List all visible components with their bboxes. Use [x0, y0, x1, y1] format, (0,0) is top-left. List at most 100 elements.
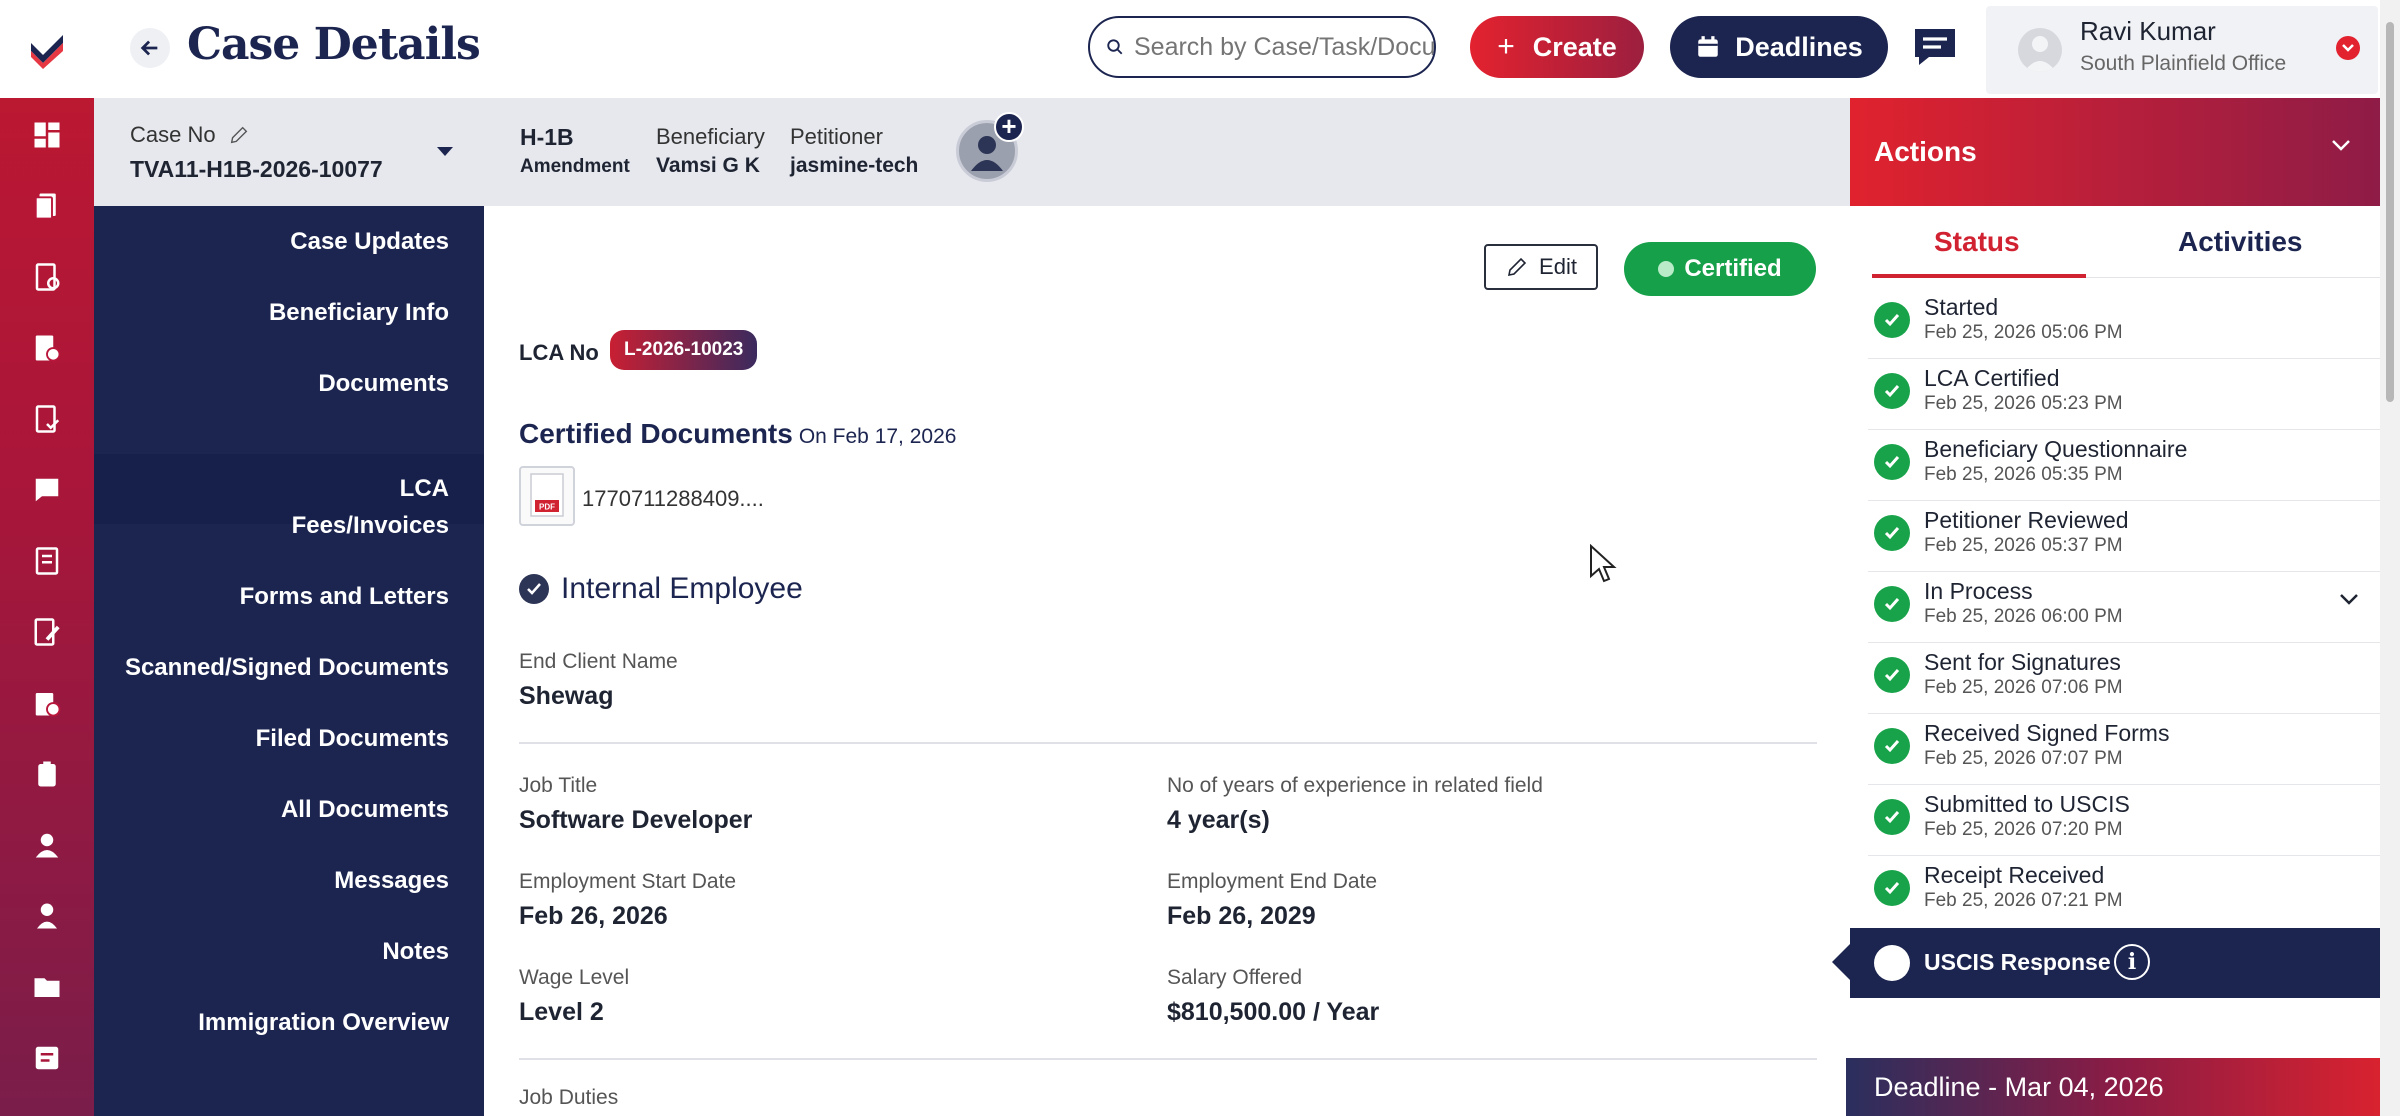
current-step-name: USCIS Response [1924, 949, 2111, 975]
rail-cases[interactable] [0, 183, 94, 229]
user-dropdown-toggle[interactable] [2336, 36, 2360, 60]
beneficiary-label: Beneficiary [656, 124, 765, 149]
checklist-icon [35, 405, 60, 433]
job-duties-label: Job Duties [519, 1086, 619, 1109]
plus-icon: + [1497, 30, 1515, 63]
rail-folder[interactable] [0, 964, 94, 1010]
create-button[interactable]: + Create [1470, 16, 1644, 78]
status-step[interactable]: Beneficiary Questionnaire Feb 25, 2026 0… [1868, 430, 2380, 501]
page-title: Case Details [187, 19, 481, 70]
file-name[interactable]: 1770711288409.... [582, 486, 764, 512]
search-box[interactable] [1088, 16, 1436, 78]
rail-checklist[interactable] [0, 396, 94, 442]
add-contact-button[interactable]: + [994, 112, 1024, 142]
lca-no-label: LCA No [519, 340, 599, 365]
status-step[interactable]: Received Signed Forms Feb 25, 2026 07:07… [1868, 714, 2380, 785]
status-step[interactable]: Petitioner Reviewed Feb 25, 2026 05:37 P… [1868, 501, 2380, 572]
nav-all-documents[interactable]: All Documents [79, 796, 449, 824]
visa-type: H-1B [520, 124, 574, 150]
nav-beneficiary-info[interactable]: Beneficiary Info [79, 299, 449, 327]
nav-fees-invoices[interactable]: Fees/Invoices [79, 512, 449, 540]
nav-immigration-overview[interactable]: Immigration Overview [79, 1009, 449, 1037]
current-status-step[interactable]: USCIS Response i [1832, 928, 2380, 998]
rail-clipboard[interactable] [0, 751, 94, 797]
petitioner-name: jasmine-tech [790, 154, 919, 177]
certified-documents-heading: Certified Documents On Feb 17, 2026 [519, 418, 956, 450]
search-input[interactable] [1134, 32, 1434, 62]
nav-case-updates[interactable]: Case Updates [79, 228, 449, 256]
chevron-down-icon[interactable] [2338, 592, 2360, 606]
status-step[interactable]: Sent for Signatures Feb 25, 2026 07:06 P… [1868, 643, 2380, 714]
scrollbar-thumb[interactable] [2386, 22, 2394, 402]
end-date-label: Employment End Date [1167, 870, 1378, 893]
status-step[interactable]: LCA Certified Feb 25, 2026 05:23 PM [1868, 359, 2380, 430]
check-circle-icon [1874, 373, 1910, 409]
arrow-left-icon [140, 40, 158, 56]
chevron-down-icon[interactable] [2330, 138, 2352, 152]
salary-value: $810,500.00 / Year [1167, 998, 1380, 1026]
rail-tasks[interactable] [0, 254, 94, 300]
user-avatar [2018, 28, 2062, 72]
step-name: In Process [1924, 578, 2033, 604]
tab-activities[interactable]: Activities [2178, 226, 2303, 258]
rail-forms[interactable] [0, 609, 94, 655]
rail-notes[interactable] [0, 1035, 94, 1081]
back-button[interactable] [130, 28, 170, 68]
pencil-icon [1508, 257, 1527, 277]
nav-scanned-signed[interactable]: Scanned/Signed Documents [79, 654, 449, 682]
chat-button[interactable] [1910, 24, 1960, 70]
pdf-file-icon[interactable]: PDF [519, 466, 575, 526]
page-scrollbar[interactable] [2380, 0, 2400, 1116]
pending-circle-icon [1874, 945, 1910, 981]
step-name: Received Signed Forms [1924, 720, 2170, 746]
nav-forms-letters[interactable]: Forms and Letters [79, 583, 449, 611]
certified-documents-title: Certified Documents [519, 418, 793, 449]
employee-type: Internal Employee [561, 572, 803, 605]
actions-panel: Actions Status Activities Started Feb 25… [1832, 98, 2382, 1116]
status-step[interactable]: Receipt Received Feb 25, 2026 07:21 PM [1868, 856, 2380, 927]
logo-check-icon [31, 35, 63, 69]
user-menu[interactable]: Ravi Kumar South Plainfield Office [1986, 6, 2378, 94]
pencil-icon[interactable] [228, 124, 250, 146]
case-dropdown-icon[interactable] [436, 146, 454, 158]
rail-documents[interactable] [0, 538, 94, 584]
pdf-type-label: PDF [539, 503, 555, 512]
step-date: Feb 25, 2026 07:20 PM [1924, 819, 2123, 840]
step-date: Feb 25, 2026 07:07 PM [1924, 748, 2123, 769]
nav-filed-documents[interactable]: Filed Documents [79, 725, 449, 753]
step-date: Feb 25, 2026 07:06 PM [1924, 677, 2123, 698]
beneficiary-name: Vamsi G K [656, 154, 760, 177]
status-badge-label: Certified [1684, 255, 1782, 282]
status-step[interactable]: Started Feb 25, 2026 05:06 PM [1868, 288, 2380, 359]
pdf-icon: PDF [530, 473, 564, 517]
check-circle-icon [1874, 444, 1910, 480]
nav-documents[interactable]: Documents [79, 370, 449, 398]
tasks-icon [35, 263, 60, 291]
status-step[interactable]: In Process Feb 25, 2026 06:00 PM [1868, 572, 2380, 643]
rail-dashboard[interactable] [0, 112, 94, 158]
job-title-label: Job Title [519, 774, 598, 797]
calendar-icon [1698, 36, 1718, 57]
rail-users[interactable] [0, 893, 94, 939]
case-no-label: Case No [130, 122, 216, 147]
deadlines-button[interactable]: Deadlines [1670, 16, 1888, 78]
rail-approvals[interactable] [0, 680, 94, 726]
nav-messages[interactable]: Messages [79, 867, 449, 895]
step-name: Submitted to USCIS [1924, 791, 2130, 817]
case-info-bar: Case No TVA11-H1B-2026-10077 H-1B Amendm… [94, 98, 1850, 206]
visa-subtype: Amendment [520, 156, 630, 177]
check-circle-icon [1874, 728, 1910, 764]
beneficiary-icon [35, 833, 59, 858]
info-icon[interactable]: i [2114, 944, 2150, 980]
rail-beneficiary[interactable] [0, 822, 94, 868]
rail-invoices[interactable] [0, 325, 94, 371]
nav-notes[interactable]: Notes [79, 938, 449, 966]
folder-icon [34, 978, 60, 997]
step-name: LCA Certified [1924, 365, 2060, 391]
status-step[interactable]: Submitted to USCIS Feb 25, 2026 07:20 PM [1868, 785, 2380, 856]
tab-status[interactable]: Status [1934, 226, 2020, 258]
app-logo[interactable] [0, 0, 94, 98]
forms-icon [34, 618, 60, 646]
edit-button[interactable]: Edit [1484, 244, 1598, 290]
actions-header[interactable]: Actions [1850, 98, 2382, 206]
